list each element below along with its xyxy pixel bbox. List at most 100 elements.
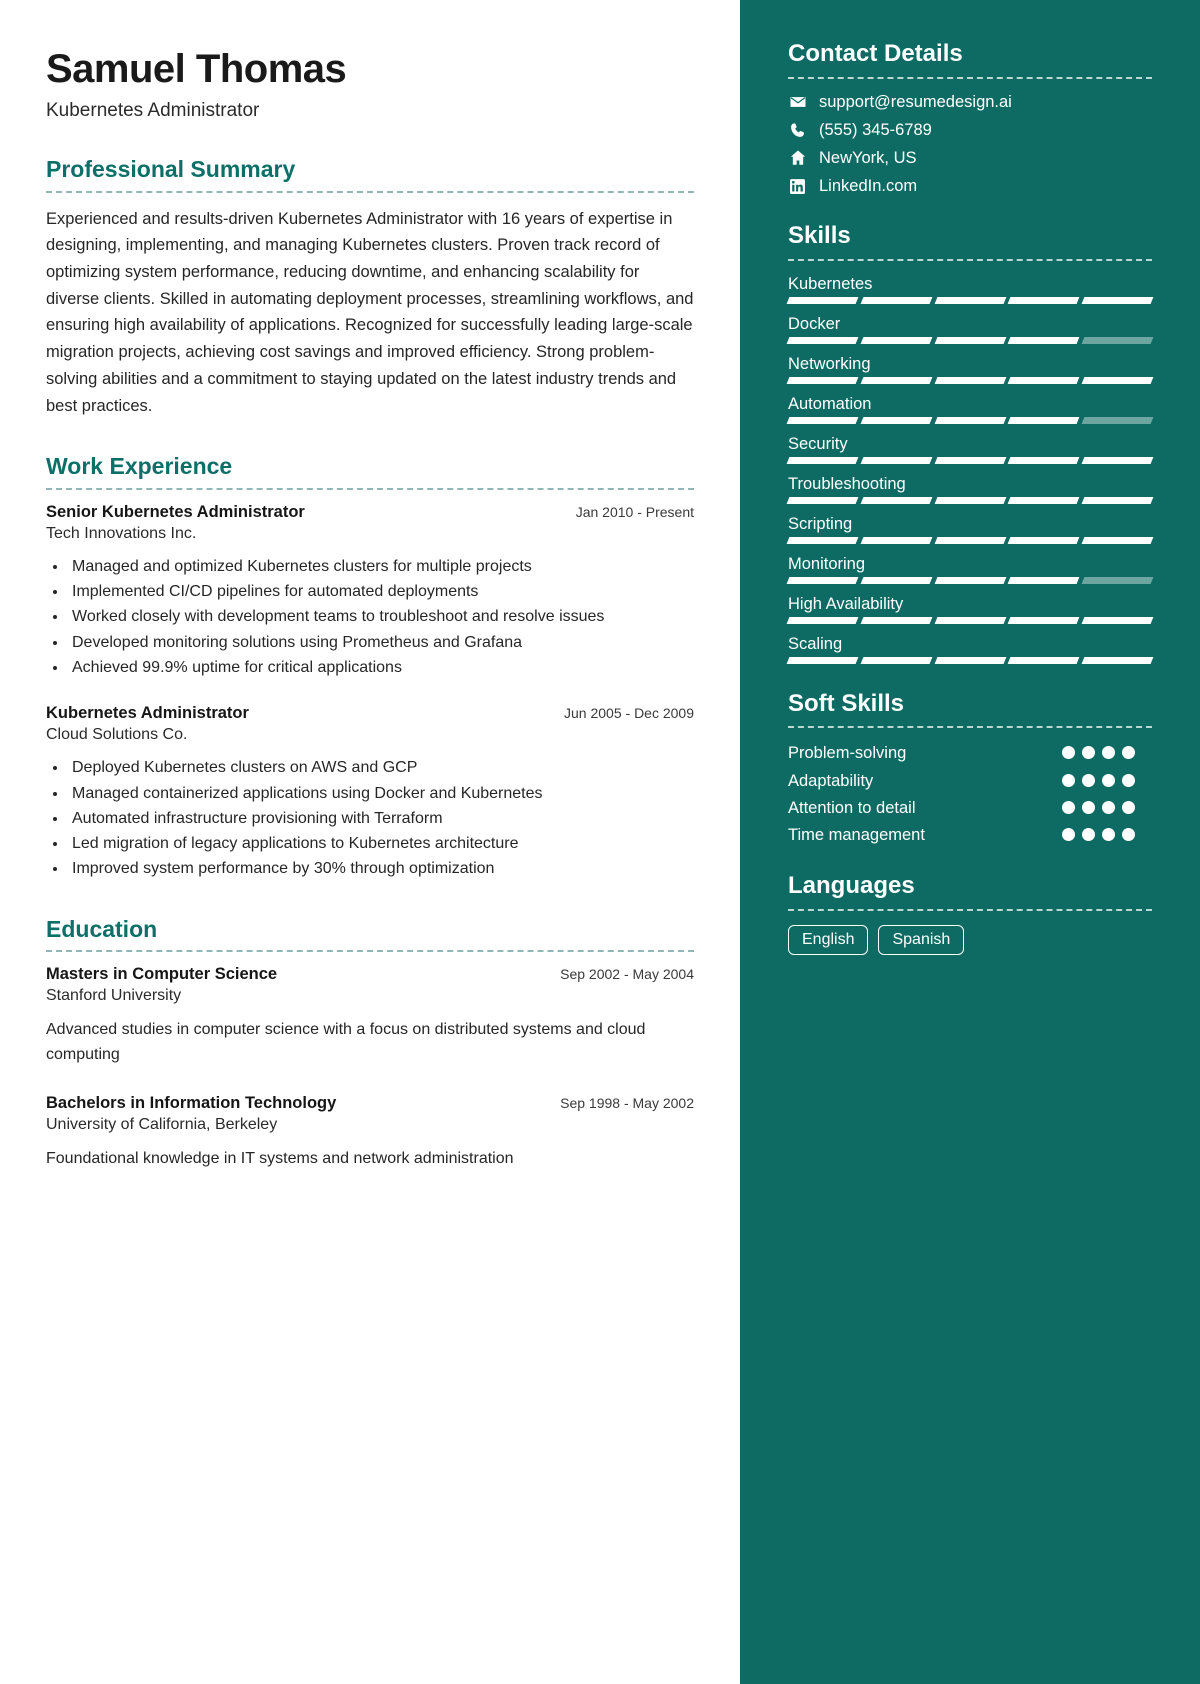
skill-level-segment [934, 496, 1006, 504]
skill-level-segment [860, 336, 933, 344]
work-company: Tech Innovations Inc. [46, 524, 197, 542]
skill-level-segment [1007, 296, 1080, 304]
soft-skill-row: Problem-solving [788, 742, 1152, 764]
education-date-range: Sep 2002 - May 2004 [560, 966, 694, 983]
education-degree: Masters in Computer Science [46, 965, 278, 984]
language-pill: Spanish [878, 925, 965, 956]
skill-level-segment [934, 336, 1006, 344]
section-heading-work: Work Experience [46, 453, 233, 480]
contact-row[interactable]: support@resumedesign.ai [788, 93, 1152, 112]
sidebar-heading-soft-skills: Soft Skills [788, 689, 905, 717]
work-bullet-list: Managed and optimized Kubernetes cluster… [68, 554, 694, 680]
sidebar-heading-contact: Contact Details [788, 40, 963, 67]
work-experience-section: Work Experience Senior Kubernetes Admini… [46, 453, 694, 881]
education-entry: Masters in Computer Science Sep 2002 - M… [46, 965, 694, 1068]
skill-label: Scaling [788, 634, 843, 653]
education-section: Education Masters in Computer Science Se… [46, 916, 694, 1172]
skill-level-segment [786, 536, 859, 544]
work-company: Cloud Solutions Co. [46, 726, 188, 744]
summary-text: Experienced and results-driven Kubernete… [46, 209, 694, 415]
education-entry-header: Bachelors in Information Technology Sep … [46, 1094, 694, 1113]
work-entry-header: Senior Kubernetes Administrator Jan 2010… [46, 503, 694, 522]
skill-level-segment [1007, 376, 1080, 384]
soft-skill-dot [1102, 773, 1115, 787]
soft-skill-row: Adaptability [788, 770, 1152, 792]
skill-level-segment [1081, 376, 1154, 384]
skill-level-segment [860, 496, 933, 504]
skill-item: Monitoring [786, 554, 1154, 584]
soft-skill-label: Problem-solving [788, 744, 907, 763]
education-degree: Bachelors in Information Technology [46, 1093, 337, 1112]
skill-label: Docker [788, 314, 841, 333]
candidate-name: Samuel Thomas [46, 47, 347, 91]
skill-level-segment [860, 416, 933, 424]
soft-skill-dot [1102, 746, 1115, 760]
section-divider [46, 487, 694, 490]
work-bullet: Managed and optimized Kubernetes cluster… [68, 554, 694, 579]
skill-item: Automation [786, 395, 1154, 424]
skill-level-segment [860, 656, 933, 664]
skill-level-segment [860, 296, 933, 304]
skill-level-segment [786, 416, 859, 424]
work-bullet: Implemented CI/CD pipelines for automate… [68, 579, 694, 604]
skill-level-segment [1007, 616, 1080, 624]
skill-item: Troubleshooting [786, 475, 1154, 504]
main-content: Samuel Thomas Kubernetes Administrator P… [0, 0, 740, 1684]
soft-skill-row: Attention to detail [788, 797, 1152, 819]
sidebar-divider [788, 258, 1152, 261]
soft-skill-dot [1082, 773, 1095, 787]
skill-item: Scripting [786, 514, 1154, 544]
skill-item: Scaling [786, 634, 1154, 664]
soft-skill-dot [1082, 746, 1095, 760]
section-heading-summary: Professional Summary [46, 156, 296, 182]
work-bullet: Achieved 99.9% uptime for critical appli… [68, 655, 694, 680]
skill-level-segment [934, 416, 1006, 424]
soft-skill-dot [1122, 800, 1135, 814]
work-entry: Kubernetes Administrator Jun 2005 - Dec … [46, 704, 694, 881]
skill-level-bar [786, 456, 1154, 464]
skill-label: Security [788, 434, 848, 453]
skill-level-segment [1007, 496, 1080, 504]
skill-item: Security [786, 434, 1154, 464]
work-bullet-list: Deployed Kubernetes clusters on AWS and … [68, 755, 694, 881]
skill-level-segment [1007, 536, 1080, 544]
section-divider [46, 950, 694, 953]
work-bullet: Improved system performance by 30% throu… [68, 856, 694, 881]
professional-summary-section: Professional Summary Experienced and res… [46, 156, 694, 419]
skill-level-bar [786, 296, 1154, 304]
soft-skill-dot [1062, 800, 1075, 814]
skill-level-bar [786, 616, 1154, 624]
skill-label: Monitoring [788, 554, 866, 573]
skill-label: Scripting [788, 514, 853, 533]
sidebar-divider [788, 76, 1152, 79]
skill-level-segment [1081, 416, 1154, 424]
skill-level-segment [1081, 336, 1154, 344]
work-job-title: Senior Kubernetes Administrator [46, 502, 305, 521]
work-entry-header: Kubernetes Administrator Jun 2005 - Dec … [46, 704, 694, 723]
soft-skill-dot [1082, 800, 1095, 814]
skill-level-segment [786, 496, 859, 504]
contact-row[interactable]: NewYork, US [788, 149, 1152, 168]
education-entry: Bachelors in Information Technology Sep … [46, 1094, 694, 1172]
skill-level-segment [1007, 456, 1080, 464]
soft-skill-rating [1062, 742, 1152, 760]
soft-skill-label: Time management [788, 826, 925, 845]
soft-skill-rating [1062, 770, 1152, 787]
contact-row[interactable]: LinkedIn.com [788, 177, 1152, 196]
soft-skill-label: Attention to detail [788, 798, 916, 817]
sidebar: Contact Details support@resumedesign.ai … [740, 0, 1200, 1684]
work-date-range: Jun 2005 - Dec 2009 [564, 705, 694, 722]
contact-row[interactable]: (555) 345-6789 [788, 121, 1152, 140]
section-heading-education: Education [46, 915, 158, 942]
skill-item: Networking [786, 355, 1154, 384]
section-divider [46, 190, 694, 193]
soft-skill-dot [1082, 828, 1095, 842]
soft-skill-dot [1062, 828, 1075, 842]
work-entry-list: Senior Kubernetes Administrator Jan 2010… [46, 503, 694, 882]
skill-label: High Availability [788, 594, 904, 613]
envelope-icon [788, 93, 807, 112]
skill-level-bar [786, 496, 1154, 504]
skill-level-segment [786, 616, 859, 624]
home-icon [788, 149, 807, 168]
work-bullet: Deployed Kubernetes clusters on AWS and … [68, 755, 694, 780]
